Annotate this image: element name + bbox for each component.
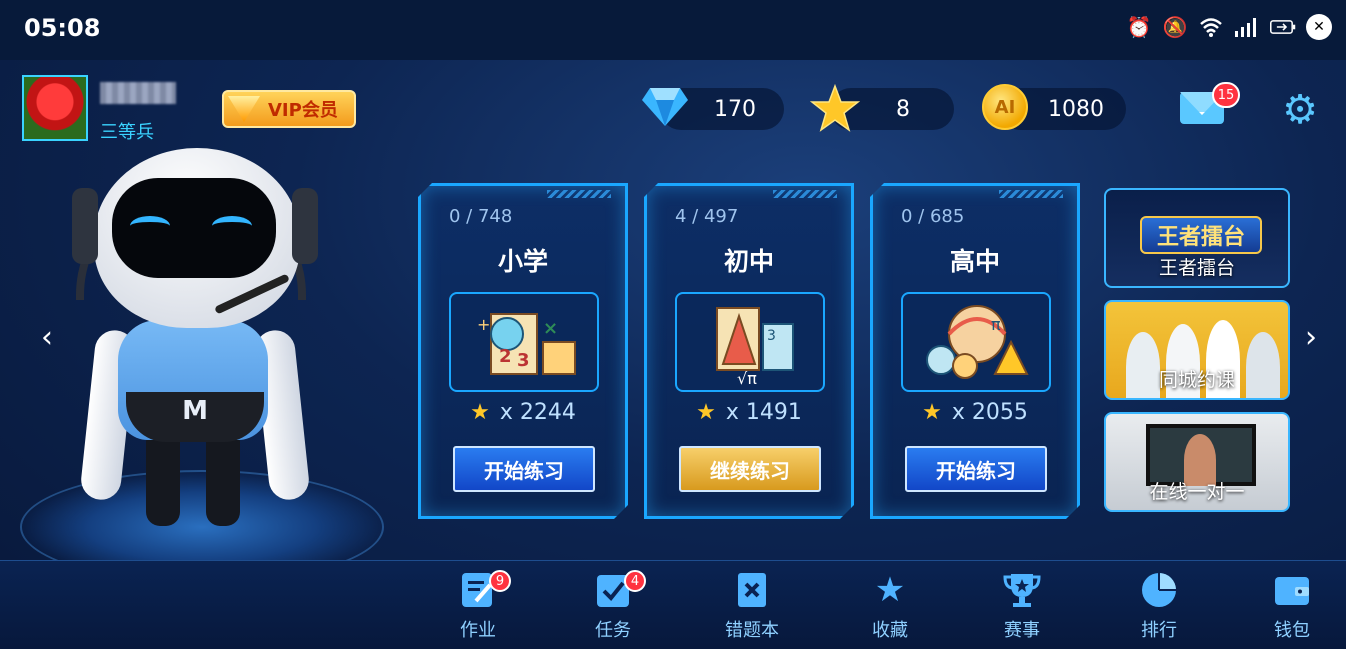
nav-contest[interactable]: 赛事 [987, 568, 1057, 644]
algebra-art-icon: π [901, 292, 1051, 392]
svg-text:3: 3 [767, 328, 776, 344]
robot-logo: M [182, 396, 208, 426]
coin-count: 1080 [1048, 96, 1104, 122]
card-stars: ★ x 2055 [873, 400, 1077, 425]
start-practice-button[interactable]: 开始练习 [453, 446, 595, 492]
arena-logo: 王者擂台 [1140, 216, 1262, 254]
card-stripes [999, 190, 1063, 198]
math-art-icon: 2 3 × + [449, 292, 599, 392]
nav-label: 作业 [460, 620, 496, 641]
star-icon [810, 84, 860, 132]
card-stripes [547, 190, 611, 198]
star-small-icon: ★ [696, 400, 716, 425]
avatar[interactable] [22, 75, 88, 141]
status-icons: ⏰ 🔕 ✕ [1126, 14, 1332, 40]
wallet-icon [1272, 570, 1312, 610]
vip-v-icon [228, 96, 260, 122]
nav-wallet[interactable]: 钱包 [1257, 568, 1327, 644]
robot-left-eye [130, 216, 170, 236]
robot-left-earphone [72, 188, 98, 264]
nav-homework[interactable]: 9 作业 [443, 568, 513, 644]
user-rank: 三等兵 [100, 122, 154, 143]
svg-text:π: π [991, 315, 1001, 334]
status-time: 05:08 [24, 14, 101, 42]
screen-record-icon[interactable]: ✕ [1306, 14, 1332, 40]
card-star-count: x 1491 [725, 400, 802, 425]
card-high[interactable]: 0 / 685 高中 π ★ x 2055 开始练习 [870, 183, 1080, 519]
ai-coin-icon: AI [982, 84, 1028, 130]
diamond-icon [642, 88, 688, 126]
task-badge: 4 [624, 570, 646, 592]
svg-text:×: × [543, 318, 558, 339]
star-small-icon: ★ [922, 400, 942, 425]
nav-task[interactable]: 4 任务 [578, 568, 648, 644]
card-stripes [773, 190, 837, 198]
svg-text:√π: √π [737, 369, 757, 388]
nav-label: 错题本 [725, 620, 779, 641]
prev-arrow-icon[interactable]: ‹ [32, 318, 62, 358]
local-class-label: 同城约课 [1158, 369, 1235, 391]
card-progress: 0 / 685 [901, 206, 965, 227]
one-on-one-panel[interactable]: 在线一对一 [1104, 412, 1290, 512]
star-small-icon: ★ [470, 400, 490, 425]
card-stars: ★ x 2244 [421, 400, 625, 425]
robot-right-earphone [292, 188, 318, 264]
nav-label: 任务 [595, 620, 631, 641]
nav-favorites[interactable]: ★ 收藏 [855, 568, 925, 644]
card-middle[interactable]: 4 / 497 初中 3 √π ★ x 1491 继续练习 [644, 183, 854, 519]
card-star-count: x 2244 [499, 400, 576, 425]
nav-label: 钱包 [1274, 620, 1310, 641]
mute-icon: 🔕 [1162, 15, 1188, 39]
card-progress: 0 / 748 [449, 206, 513, 227]
star-icon: ★ [874, 570, 906, 610]
robot-right-eye [212, 216, 252, 236]
mail-badge: 15 [1212, 82, 1240, 108]
card-progress: 4 / 497 [675, 206, 739, 227]
card-title: 小学 [497, 247, 548, 276]
settings-gear-icon[interactable]: ⚙ [1280, 90, 1320, 130]
one-on-one-label: 在线一对一 [1149, 481, 1245, 503]
start-practice-button[interactable]: 开始练习 [905, 446, 1047, 492]
card-primary[interactable]: 0 / 748 小学 2 3 × + ★ x 2244 开始练习 [418, 183, 628, 519]
trophy-icon [1002, 570, 1042, 610]
signal-icon [1234, 14, 1260, 40]
wifi-icon [1198, 14, 1224, 40]
svg-text:3: 3 [517, 350, 530, 371]
star-count: 8 [896, 96, 910, 122]
svg-text:2: 2 [499, 346, 512, 367]
svg-text:+: + [477, 315, 490, 334]
robot-right-leg [206, 436, 240, 526]
local-class-panel[interactable]: 同城约课 [1104, 300, 1290, 400]
battery-icon [1270, 14, 1296, 40]
next-arrow-icon[interactable]: › [1296, 318, 1326, 358]
pie-chart-icon [1139, 570, 1179, 610]
diamond-count: 170 [714, 96, 756, 122]
arena-panel[interactable]: 王者擂台 王者擂台 [1104, 188, 1290, 288]
geometry-art-icon: 3 √π [675, 292, 825, 392]
vip-label: VIP会员 [268, 100, 338, 121]
homework-badge: 9 [489, 570, 511, 592]
robot-left-leg [146, 436, 180, 526]
arena-label: 王者擂台 [1158, 257, 1235, 279]
nav-wrong-book[interactable]: 错题本 [717, 568, 787, 644]
nav-label: 排行 [1141, 620, 1177, 641]
vip-badge[interactable]: VIP会员 [222, 90, 356, 128]
wrong-book-icon [732, 570, 772, 610]
card-title: 初中 [723, 247, 774, 276]
nav-label: 赛事 [1004, 620, 1040, 641]
status-bar: 05:08 ⏰ 🔕 ✕ [0, 0, 1346, 60]
nav-ranking[interactable]: 排行 [1124, 568, 1194, 644]
card-star-count: x 2055 [951, 400, 1028, 425]
user-name [100, 82, 176, 104]
card-title: 高中 [949, 247, 1000, 276]
nav-label: 收藏 [872, 620, 908, 641]
continue-practice-button[interactable]: 继续练习 [679, 446, 821, 492]
card-stars: ★ x 1491 [647, 400, 851, 425]
alarm-icon: ⏰ [1126, 15, 1152, 39]
